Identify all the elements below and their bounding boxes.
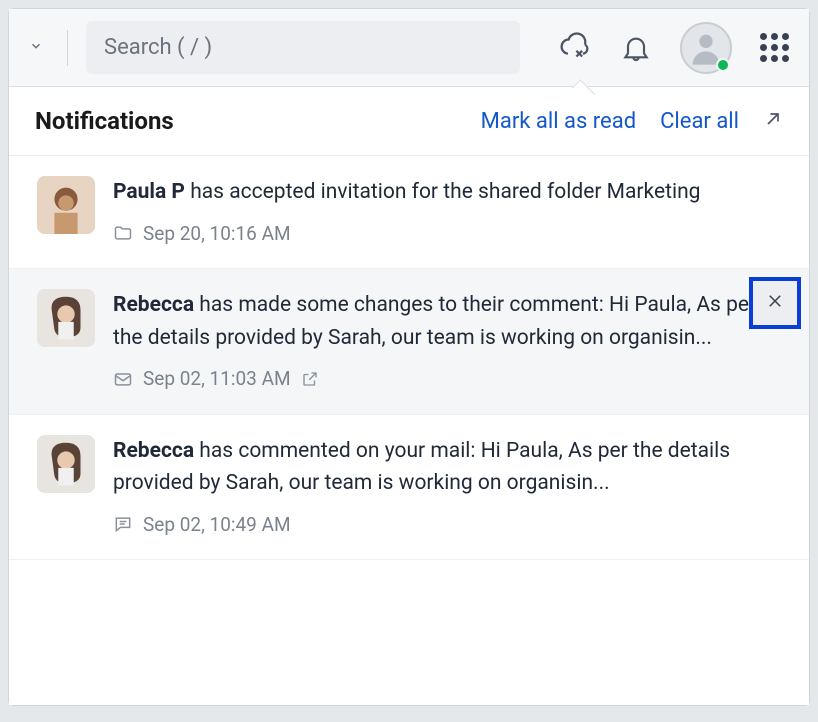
dismiss-button[interactable] bbox=[753, 281, 797, 325]
top-icons bbox=[558, 22, 789, 74]
notification-body: Rebecca has made some changes to their c… bbox=[113, 289, 787, 394]
close-icon bbox=[766, 292, 784, 314]
notification-item[interactable]: Rebecca has made some changes to their c… bbox=[9, 269, 809, 415]
notification-item[interactable]: Rebecca has commented on your mail: Hi P… bbox=[9, 415, 809, 561]
mail-icon bbox=[113, 369, 133, 389]
divider bbox=[67, 30, 68, 66]
avatar bbox=[37, 176, 95, 234]
notification-meta: Sep 02, 10:49 AM bbox=[113, 510, 787, 539]
apps-grid-icon[interactable] bbox=[760, 33, 789, 62]
top-bar: Search ( / ) bbox=[9, 9, 809, 86]
cloud-sync-icon[interactable] bbox=[558, 31, 592, 65]
actor-name: Paula P bbox=[113, 180, 185, 204]
chevron-down-icon[interactable] bbox=[29, 39, 49, 57]
timestamp: Sep 20, 10:16 AM bbox=[143, 219, 291, 248]
search-input[interactable]: Search ( / ) bbox=[86, 21, 520, 74]
mark-all-read-button[interactable]: Mark all as read bbox=[481, 109, 636, 134]
notification-meta: Sep 02, 11:03 AM bbox=[113, 364, 787, 393]
actor-name: Rebecca bbox=[113, 439, 194, 463]
user-avatar[interactable] bbox=[680, 22, 732, 74]
expand-icon[interactable] bbox=[763, 109, 783, 133]
notification-item[interactable]: Paula P has accepted invitation for the … bbox=[9, 156, 809, 269]
notification-meta: Sep 20, 10:16 AM bbox=[113, 219, 787, 248]
app-container: Search ( / ) bbox=[8, 8, 810, 706]
timestamp: Sep 02, 11:03 AM bbox=[143, 364, 291, 393]
avatar bbox=[37, 289, 95, 347]
panel-title: Notifications bbox=[35, 107, 457, 135]
actor-name: Rebecca bbox=[113, 293, 194, 317]
notification-text: has made some changes to their comment: … bbox=[113, 293, 756, 350]
bell-icon[interactable] bbox=[620, 32, 652, 64]
panel-header: Notifications Mark all as read Clear all bbox=[9, 87, 809, 156]
notification-text: has commented on your mail: Hi Paula, As… bbox=[113, 439, 730, 496]
timestamp: Sep 02, 10:49 AM bbox=[143, 510, 291, 539]
notification-body: Rebecca has commented on your mail: Hi P… bbox=[113, 435, 787, 540]
external-link-icon[interactable] bbox=[301, 370, 319, 388]
notification-text: has accepted invitation for the shared f… bbox=[185, 180, 701, 204]
avatar bbox=[37, 435, 95, 493]
comment-icon bbox=[113, 514, 133, 534]
folder-icon bbox=[113, 223, 133, 243]
notification-body: Paula P has accepted invitation for the … bbox=[113, 176, 787, 248]
clear-all-button[interactable]: Clear all bbox=[660, 109, 739, 134]
notifications-panel: Notifications Mark all as read Clear all… bbox=[9, 86, 809, 705]
status-online-dot bbox=[716, 58, 730, 72]
